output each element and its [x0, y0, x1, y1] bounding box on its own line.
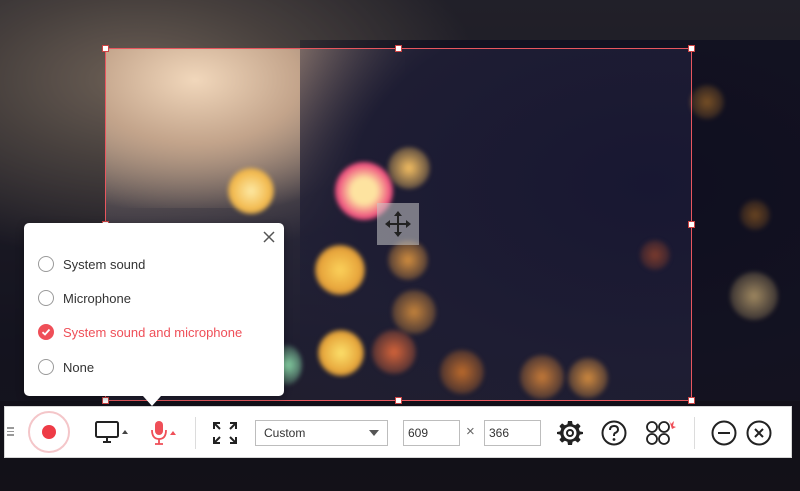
radio-button[interactable] [38, 290, 54, 306]
record-button[interactable] [28, 411, 70, 453]
record-icon [42, 425, 56, 439]
dimension-separator: × [466, 423, 475, 440]
option-none[interactable]: None [38, 356, 94, 378]
resize-handle-top[interactable] [395, 45, 402, 52]
more-tools-icon [646, 420, 676, 445]
region-preset-value: Custom [264, 426, 306, 440]
option-system-sound[interactable]: System sound [38, 253, 145, 275]
help-button[interactable] [601, 420, 627, 451]
close-icon [746, 420, 772, 446]
monitor-icon [95, 421, 128, 443]
resize-handle-top-right[interactable] [688, 45, 695, 52]
resize-handle-bottom-right[interactable] [688, 397, 695, 404]
move-arrows-icon [385, 211, 411, 237]
close-button[interactable] [746, 420, 772, 451]
toolbar-divider [694, 417, 695, 449]
display-select-button[interactable] [95, 421, 129, 450]
option-microphone[interactable]: Microphone [38, 287, 131, 309]
option-label: System sound [63, 256, 146, 272]
chevron-down-icon [369, 430, 379, 436]
region-preset-dropdown[interactable]: Custom [255, 420, 388, 446]
popup-pointer [143, 396, 161, 406]
close-icon[interactable] [262, 230, 276, 244]
option-label: Microphone [63, 290, 131, 306]
fullscreen-icon [213, 422, 237, 444]
option-label: None [63, 359, 95, 375]
option-system-sound-and-microphone[interactable]: System sound and microphone [38, 321, 242, 343]
gear-icon [557, 421, 583, 445]
checkmark-icon [41, 328, 51, 336]
radio-button[interactable] [38, 256, 54, 272]
recorder-toolbar: Custom × [4, 406, 792, 458]
resize-handle-top-left[interactable] [102, 45, 109, 52]
minimize-button[interactable] [711, 420, 737, 451]
option-label: System sound and microphone [63, 324, 243, 340]
more-tools-button[interactable] [645, 418, 677, 453]
settings-button[interactable] [557, 420, 583, 451]
fullscreen-button[interactable] [212, 421, 238, 450]
audio-select-button[interactable] [149, 419, 179, 452]
resize-handle-bottom[interactable] [395, 397, 402, 404]
radio-button-checked[interactable] [38, 324, 54, 340]
move-region-handle[interactable] [377, 203, 419, 245]
drag-grip-icon[interactable] [7, 427, 15, 439]
toolbar-divider [195, 417, 196, 449]
microphone-icon [151, 421, 176, 445]
minimize-icon [711, 420, 737, 446]
resize-handle-right[interactable] [688, 221, 695, 228]
region-width-input[interactable] [403, 420, 460, 446]
radio-button[interactable] [38, 359, 54, 375]
help-icon [601, 420, 627, 446]
region-height-input[interactable] [484, 420, 541, 446]
resize-handle-bottom-left[interactable] [102, 397, 109, 404]
audio-source-popup: System sound Microphone System sound and… [24, 223, 284, 396]
